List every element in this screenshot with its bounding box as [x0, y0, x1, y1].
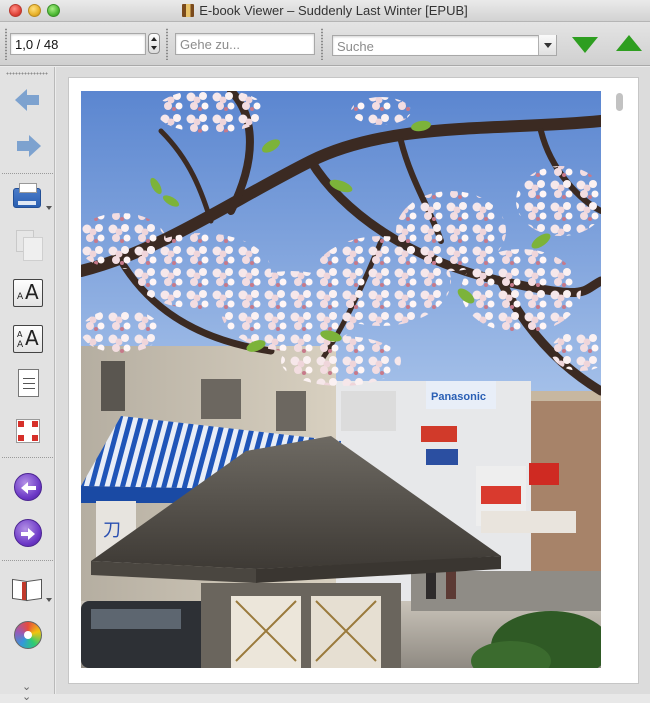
- reference-mode-button[interactable]: [12, 574, 52, 606]
- toolbar-grip[interactable]: [321, 28, 323, 60]
- scrollbar-thumb[interactable]: [616, 93, 623, 111]
- page-photo: Panasonic 刀: [81, 91, 601, 668]
- book-page: Panasonic 刀: [68, 77, 639, 684]
- search-combobox[interactable]: Suche: [332, 35, 557, 56]
- copy-button[interactable]: [12, 227, 44, 261]
- ebook-app-icon: [182, 4, 195, 17]
- chevron-down-icon[interactable]: [538, 35, 556, 55]
- window-title-wrap: E-book Viewer – Suddenly Last Winter [EP…: [0, 3, 650, 18]
- page-position-field[interactable]: 1,0 / 48: [10, 33, 146, 55]
- find-previous-icon[interactable]: [616, 35, 642, 51]
- fullscreen-button[interactable]: [12, 415, 44, 447]
- arrow-left-icon: [15, 89, 41, 111]
- cherry-blossom-photo: Panasonic 刀: [81, 91, 601, 668]
- toc-button[interactable]: [12, 367, 44, 399]
- chevron-double-down-icon[interactable]: ⌄ ⌄: [22, 682, 31, 703]
- page-stepper[interactable]: [148, 33, 160, 54]
- sidebar-separator: [2, 560, 53, 561]
- font-larger-icon: AA: [13, 279, 43, 307]
- back-button[interactable]: [12, 84, 44, 116]
- fullscreen-icon: [16, 419, 40, 443]
- next-page-button[interactable]: [12, 517, 44, 549]
- goto-input[interactable]: Gehe zu...: [175, 33, 315, 55]
- arrow-right-icon: [15, 135, 41, 157]
- preferences-icon: [14, 621, 42, 649]
- copy-icon: [16, 230, 43, 261]
- toolbar: 1,0 / 48 Gehe zu... Suche: [0, 22, 650, 66]
- previous-page-icon: [14, 473, 42, 501]
- ebook-viewer-window: E-book Viewer – Suddenly Last Winter [EP…: [0, 0, 650, 703]
- dropdown-arrow-icon: [46, 598, 52, 602]
- reader-pane: Panasonic 刀: [56, 67, 650, 694]
- sidebar-grip[interactable]: [6, 72, 48, 75]
- page-scrollbar[interactable]: [615, 91, 625, 668]
- sidebar-separator: [2, 173, 53, 174]
- svg-text:Panasonic: Panasonic: [431, 391, 486, 403]
- toolbar-grip[interactable]: [166, 28, 168, 60]
- sidebar-separator: [2, 457, 53, 458]
- previous-page-button[interactable]: [12, 471, 44, 503]
- book-icon: [12, 580, 42, 600]
- find-next-icon[interactable]: [572, 37, 598, 53]
- font-larger-button[interactable]: AA: [12, 277, 44, 309]
- svg-text:刀: 刀: [103, 520, 121, 541]
- sidebar-toolbar: AA AAA: [0, 67, 55, 694]
- preferences-button[interactable]: [12, 619, 44, 651]
- next-page-icon: [14, 519, 42, 547]
- font-smaller-button[interactable]: AAA: [12, 323, 44, 355]
- window-title: E-book Viewer – Suddenly Last Winter [EP…: [199, 3, 468, 18]
- print-button[interactable]: [12, 182, 52, 214]
- dropdown-arrow-icon: [46, 206, 52, 210]
- font-smaller-icon: AAA: [13, 325, 43, 353]
- toc-icon: [18, 369, 39, 397]
- toolbar-grip[interactable]: [5, 28, 7, 60]
- printer-icon: [13, 183, 41, 208]
- forward-button[interactable]: [12, 130, 44, 162]
- title-bar: E-book Viewer – Suddenly Last Winter [EP…: [0, 0, 650, 22]
